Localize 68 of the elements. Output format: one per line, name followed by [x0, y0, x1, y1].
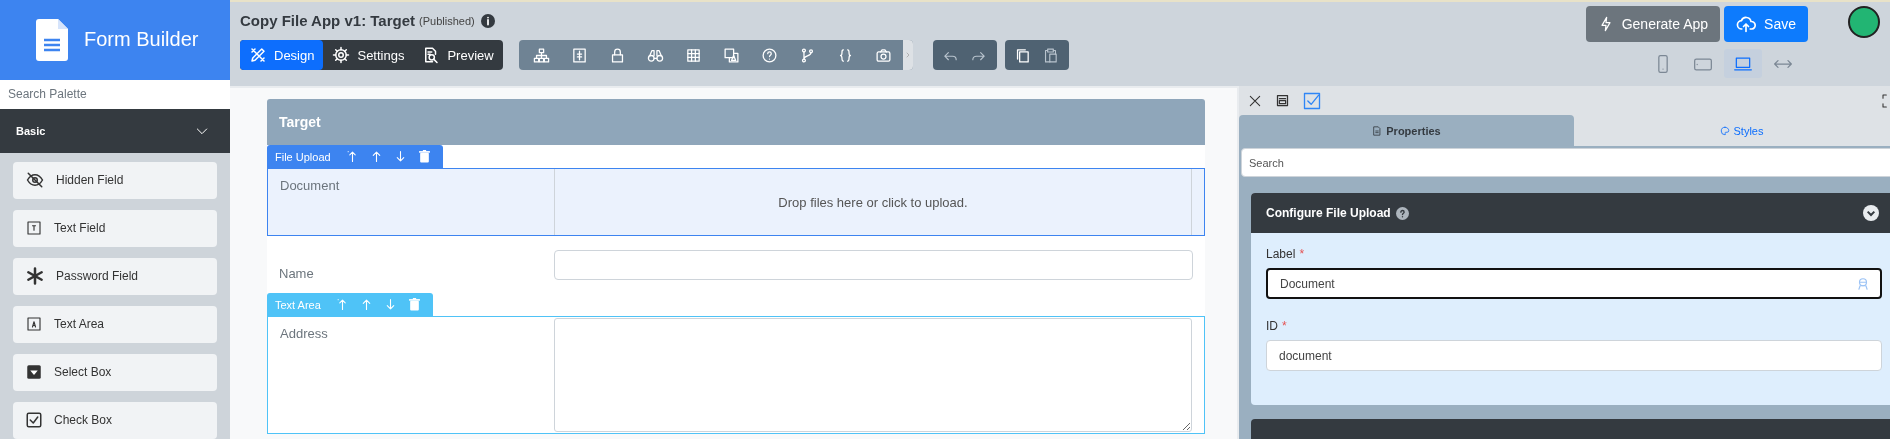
property-input-field[interactable]: Document — [1266, 268, 1882, 299]
component-type-label: Text Area — [275, 298, 321, 311]
trash-icon[interactable] — [409, 298, 421, 311]
device-view-button[interactable] — [1724, 49, 1762, 78]
user-avatar[interactable] — [1848, 6, 1880, 38]
document-icon[interactable] — [571, 46, 589, 64]
gear-icon — [332, 46, 351, 64]
palette-item[interactable]: Text Area — [13, 306, 217, 343]
inspector-tab[interactable]: Styles — [1574, 115, 1890, 146]
help-icon[interactable] — [1395, 206, 1409, 220]
save-button[interactable]: Save — [1724, 6, 1808, 42]
text-input-field[interactable] — [554, 250, 1193, 280]
form-title: Copy File App v1: Target — [240, 12, 416, 29]
group-title: Basic — [16, 124, 46, 137]
file-drop-zone[interactable]: Drop files here or click to upload. — [554, 169, 1192, 235]
card-title: Configure File Upload — [1266, 206, 1391, 220]
required-mark: * — [1282, 319, 1287, 333]
palette-icon — [1719, 125, 1730, 136]
clipboard-icon[interactable] — [1042, 46, 1060, 64]
text-field-icon — [25, 219, 43, 238]
help-icon[interactable] — [761, 46, 779, 64]
sitemap-icon[interactable] — [533, 46, 551, 64]
trash-icon[interactable] — [419, 150, 431, 163]
component-type-label: File Upload — [275, 150, 331, 163]
required-mark: * — [1299, 247, 1305, 261]
palette-search-field[interactable]: Search Palette — [0, 79, 230, 109]
field-label: Name — [278, 265, 315, 283]
inspector-tab[interactable]: Properties — [1239, 115, 1574, 146]
document-search-icon — [422, 46, 441, 64]
property-label: ID — [1266, 319, 1278, 333]
grid-icon[interactable] — [685, 46, 703, 64]
text-area-field[interactable] — [554, 318, 1192, 432]
mode-tab[interactable]: Preview — [413, 40, 503, 70]
copy-icon[interactable] — [1014, 46, 1032, 64]
chevron-down-circle-icon[interactable] — [1863, 205, 1879, 221]
document-icon — [1372, 125, 1383, 136]
camera-icon[interactable] — [875, 46, 893, 64]
palette-item[interactable]: Text Field — [13, 210, 217, 247]
form-status: (Published) — [419, 14, 475, 27]
info-icon[interactable] — [480, 13, 495, 28]
file-upload-component[interactable]: Document Drop files here or click to upload. — [267, 168, 1205, 236]
palette-item[interactable]: Check Box — [13, 402, 217, 439]
pencil-ruler-icon — [249, 46, 267, 64]
palette-group-header[interactable]: Basic — [0, 108, 230, 153]
checked-box-icon[interactable] — [1302, 90, 1322, 111]
field-label: Document — [279, 177, 341, 195]
window-icon[interactable] — [1275, 93, 1290, 109]
property-search-field[interactable]: Search — [1241, 148, 1890, 177]
mode-tab[interactable]: Settings — [323, 40, 414, 70]
palette-item[interactable]: Password Field — [13, 258, 217, 295]
property-input-field[interactable]: document — [1266, 340, 1882, 371]
cloud-upload-icon — [1736, 14, 1757, 34]
mode-tab[interactable]: Design — [240, 40, 324, 70]
text-area-component[interactable]: Address — [267, 316, 1205, 434]
property-label: Label — [1266, 247, 1296, 261]
select-box-icon — [25, 363, 43, 382]
document-icon — [36, 18, 68, 61]
shapes-icon[interactable] — [723, 46, 741, 64]
text-area-icon — [25, 315, 43, 334]
eye-slash-icon — [25, 171, 45, 190]
field-label: Address — [279, 325, 329, 343]
generate-button[interactable]: Generate App — [1585, 6, 1721, 42]
asterisk-icon — [25, 266, 45, 287]
palette-item[interactable]: Select Box — [13, 354, 217, 391]
form-header: Target — [267, 99, 1205, 145]
app-title: Form Builder — [84, 28, 199, 52]
checkbox-icon — [25, 411, 43, 430]
palette-item[interactable]: Hidden Field — [13, 162, 217, 199]
